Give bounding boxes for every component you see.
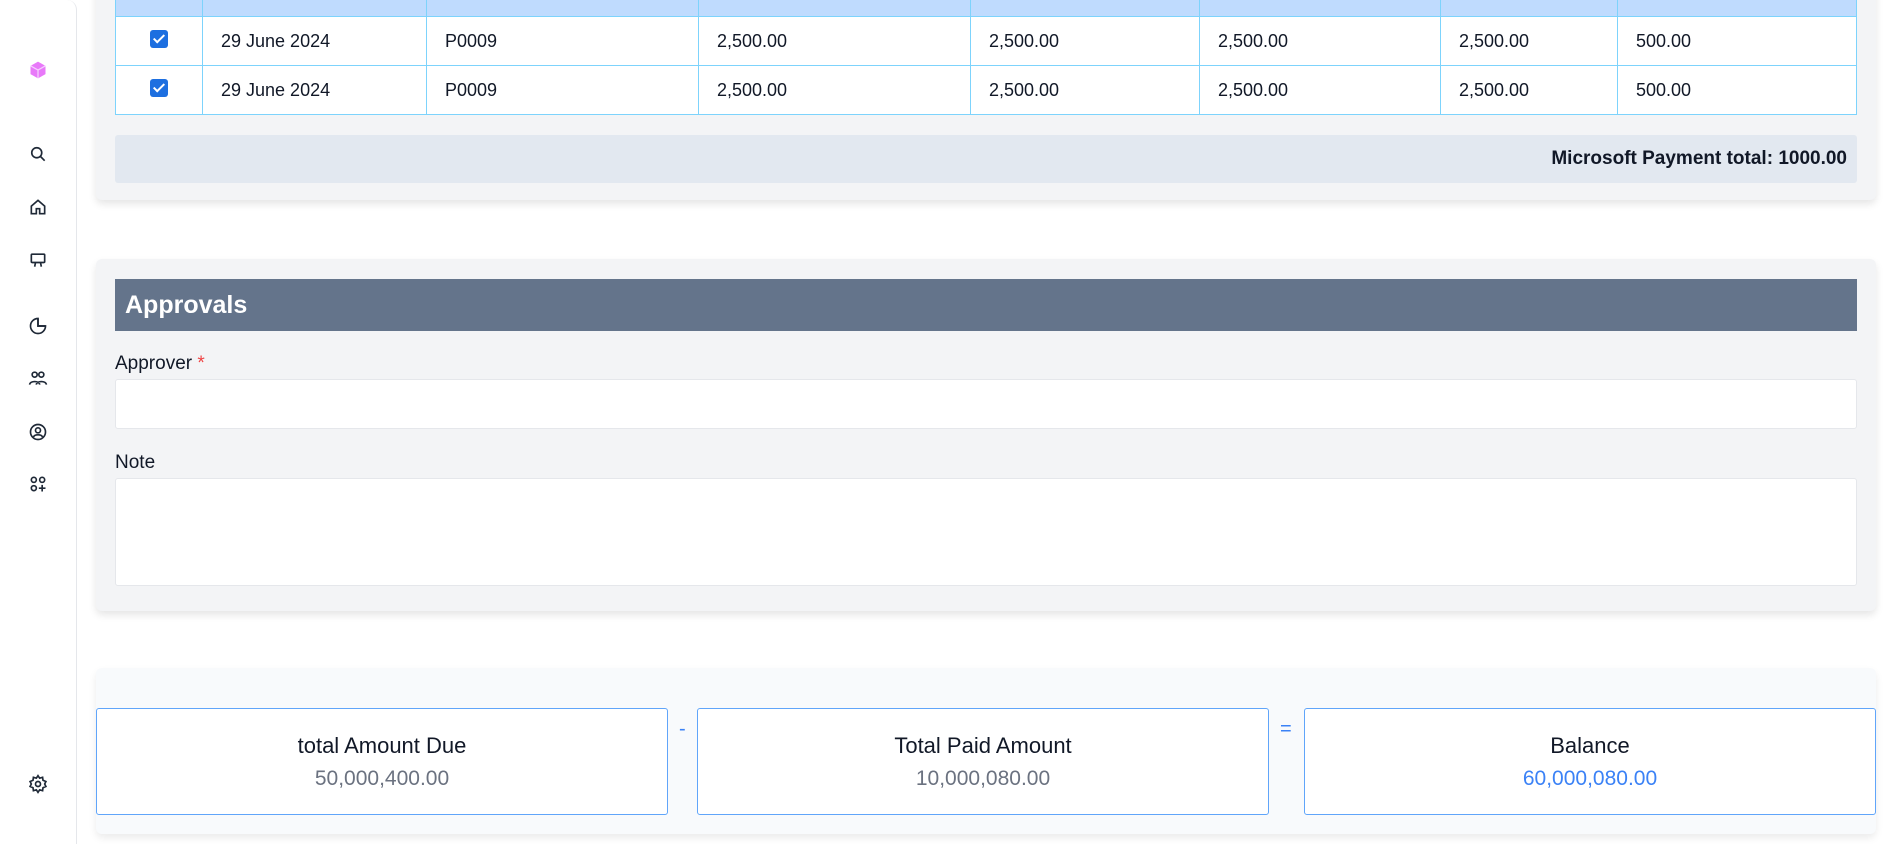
note-textarea[interactable] — [115, 478, 1857, 586]
date-cell: 29 June 2024 — [202, 65, 427, 115]
approver-label-text: Approver — [115, 353, 193, 374]
table-header-cell — [115, 0, 203, 17]
total-amount-due-box: total Amount Due 50,000,400.00 — [96, 708, 668, 815]
amount-cell: 500.00 — [1617, 65, 1857, 115]
payments-table: 29 June 2024 P0009 2,500.00 2,500.00 2,5… — [115, 0, 1857, 115]
equals-operator: = — [1280, 718, 1292, 740]
amount-cell: 2,500.00 — [1440, 65, 1618, 115]
approvals-header: Approvals — [115, 279, 1857, 331]
total-paid-amount-box: Total Paid Amount 10,000,080.00 — [697, 708, 1269, 815]
row-select-cell[interactable] — [115, 65, 203, 115]
approver-label: Approver * — [115, 353, 205, 375]
table-header-cell — [202, 0, 427, 17]
pie-chart-icon[interactable] — [26, 314, 50, 338]
logo-cube-icon[interactable] — [26, 58, 50, 82]
search-icon[interactable] — [26, 142, 50, 166]
summary-card: total Amount Due 50,000,400.00 - Total P… — [96, 668, 1876, 834]
total-paid-amount-value: 10,000,080.00 — [915, 766, 1051, 790]
table-header-cell — [970, 0, 1200, 17]
table-header-cell — [1440, 0, 1618, 17]
table-header-cell — [1617, 0, 1857, 17]
amount-cell: 2,500.00 — [970, 16, 1200, 66]
amount-cell: 2,500.00 — [1199, 16, 1441, 66]
amount-cell: 500.00 — [1617, 16, 1857, 66]
table-header-cell — [698, 0, 971, 17]
balance-box: Balance 60,000,080.00 — [1304, 708, 1876, 815]
amount-cell: 2,500.00 — [970, 65, 1200, 115]
presentation-icon[interactable] — [26, 248, 50, 272]
payment-total-label: Microsoft Payment total: 1000.00 — [1551, 148, 1847, 169]
users-icon[interactable] — [26, 366, 50, 390]
row-checkbox[interactable] — [150, 29, 168, 48]
amount-cell: 2,500.00 — [1440, 16, 1618, 66]
row-select-cell[interactable] — [115, 16, 203, 66]
balance-title: Balance — [1550, 732, 1630, 758]
total-amount-due-title: total Amount Due — [297, 732, 467, 758]
balance-value: 60,000,080.00 — [1522, 766, 1658, 790]
gear-icon[interactable] — [26, 772, 50, 796]
minus-operator: - — [679, 718, 686, 740]
approvals-title: Approvals — [125, 290, 248, 319]
row-checkbox[interactable] — [150, 78, 168, 97]
payment-total-bar: Microsoft Payment total: 1000.00 — [115, 135, 1857, 183]
date-cell: 29 June 2024 — [202, 16, 427, 66]
amount-cell: 2,500.00 — [698, 65, 971, 115]
approver-input[interactable] — [115, 379, 1857, 429]
reference-cell: P0009 — [426, 16, 699, 66]
total-amount-due-value: 50,000,400.00 — [314, 766, 450, 790]
sidebar — [0, 0, 77, 844]
user-circle-icon[interactable] — [26, 420, 50, 444]
reference-cell: P0009 — [426, 65, 699, 115]
table-header-cell — [1199, 0, 1441, 17]
amount-cell: 2,500.00 — [698, 16, 971, 66]
amount-cell: 2,500.00 — [1199, 65, 1441, 115]
apps-icon[interactable] — [26, 472, 50, 496]
payments-card: 29 June 2024 P0009 2,500.00 2,500.00 2,5… — [96, 0, 1876, 200]
home-icon[interactable] — [26, 195, 50, 219]
table-row: 29 June 2024 P0009 2,500.00 2,500.00 2,5… — [115, 16, 1857, 66]
table-row: 29 June 2024 P0009 2,500.00 2,500.00 2,5… — [115, 65, 1857, 115]
required-asterisk: * — [197, 353, 205, 374]
approvals-card: Approvals Approver * Note — [96, 259, 1876, 611]
total-paid-amount-title: Total Paid Amount — [894, 732, 1072, 758]
table-header-row — [115, 0, 1857, 17]
table-header-cell — [426, 0, 699, 17]
note-label: Note — [115, 452, 156, 473]
